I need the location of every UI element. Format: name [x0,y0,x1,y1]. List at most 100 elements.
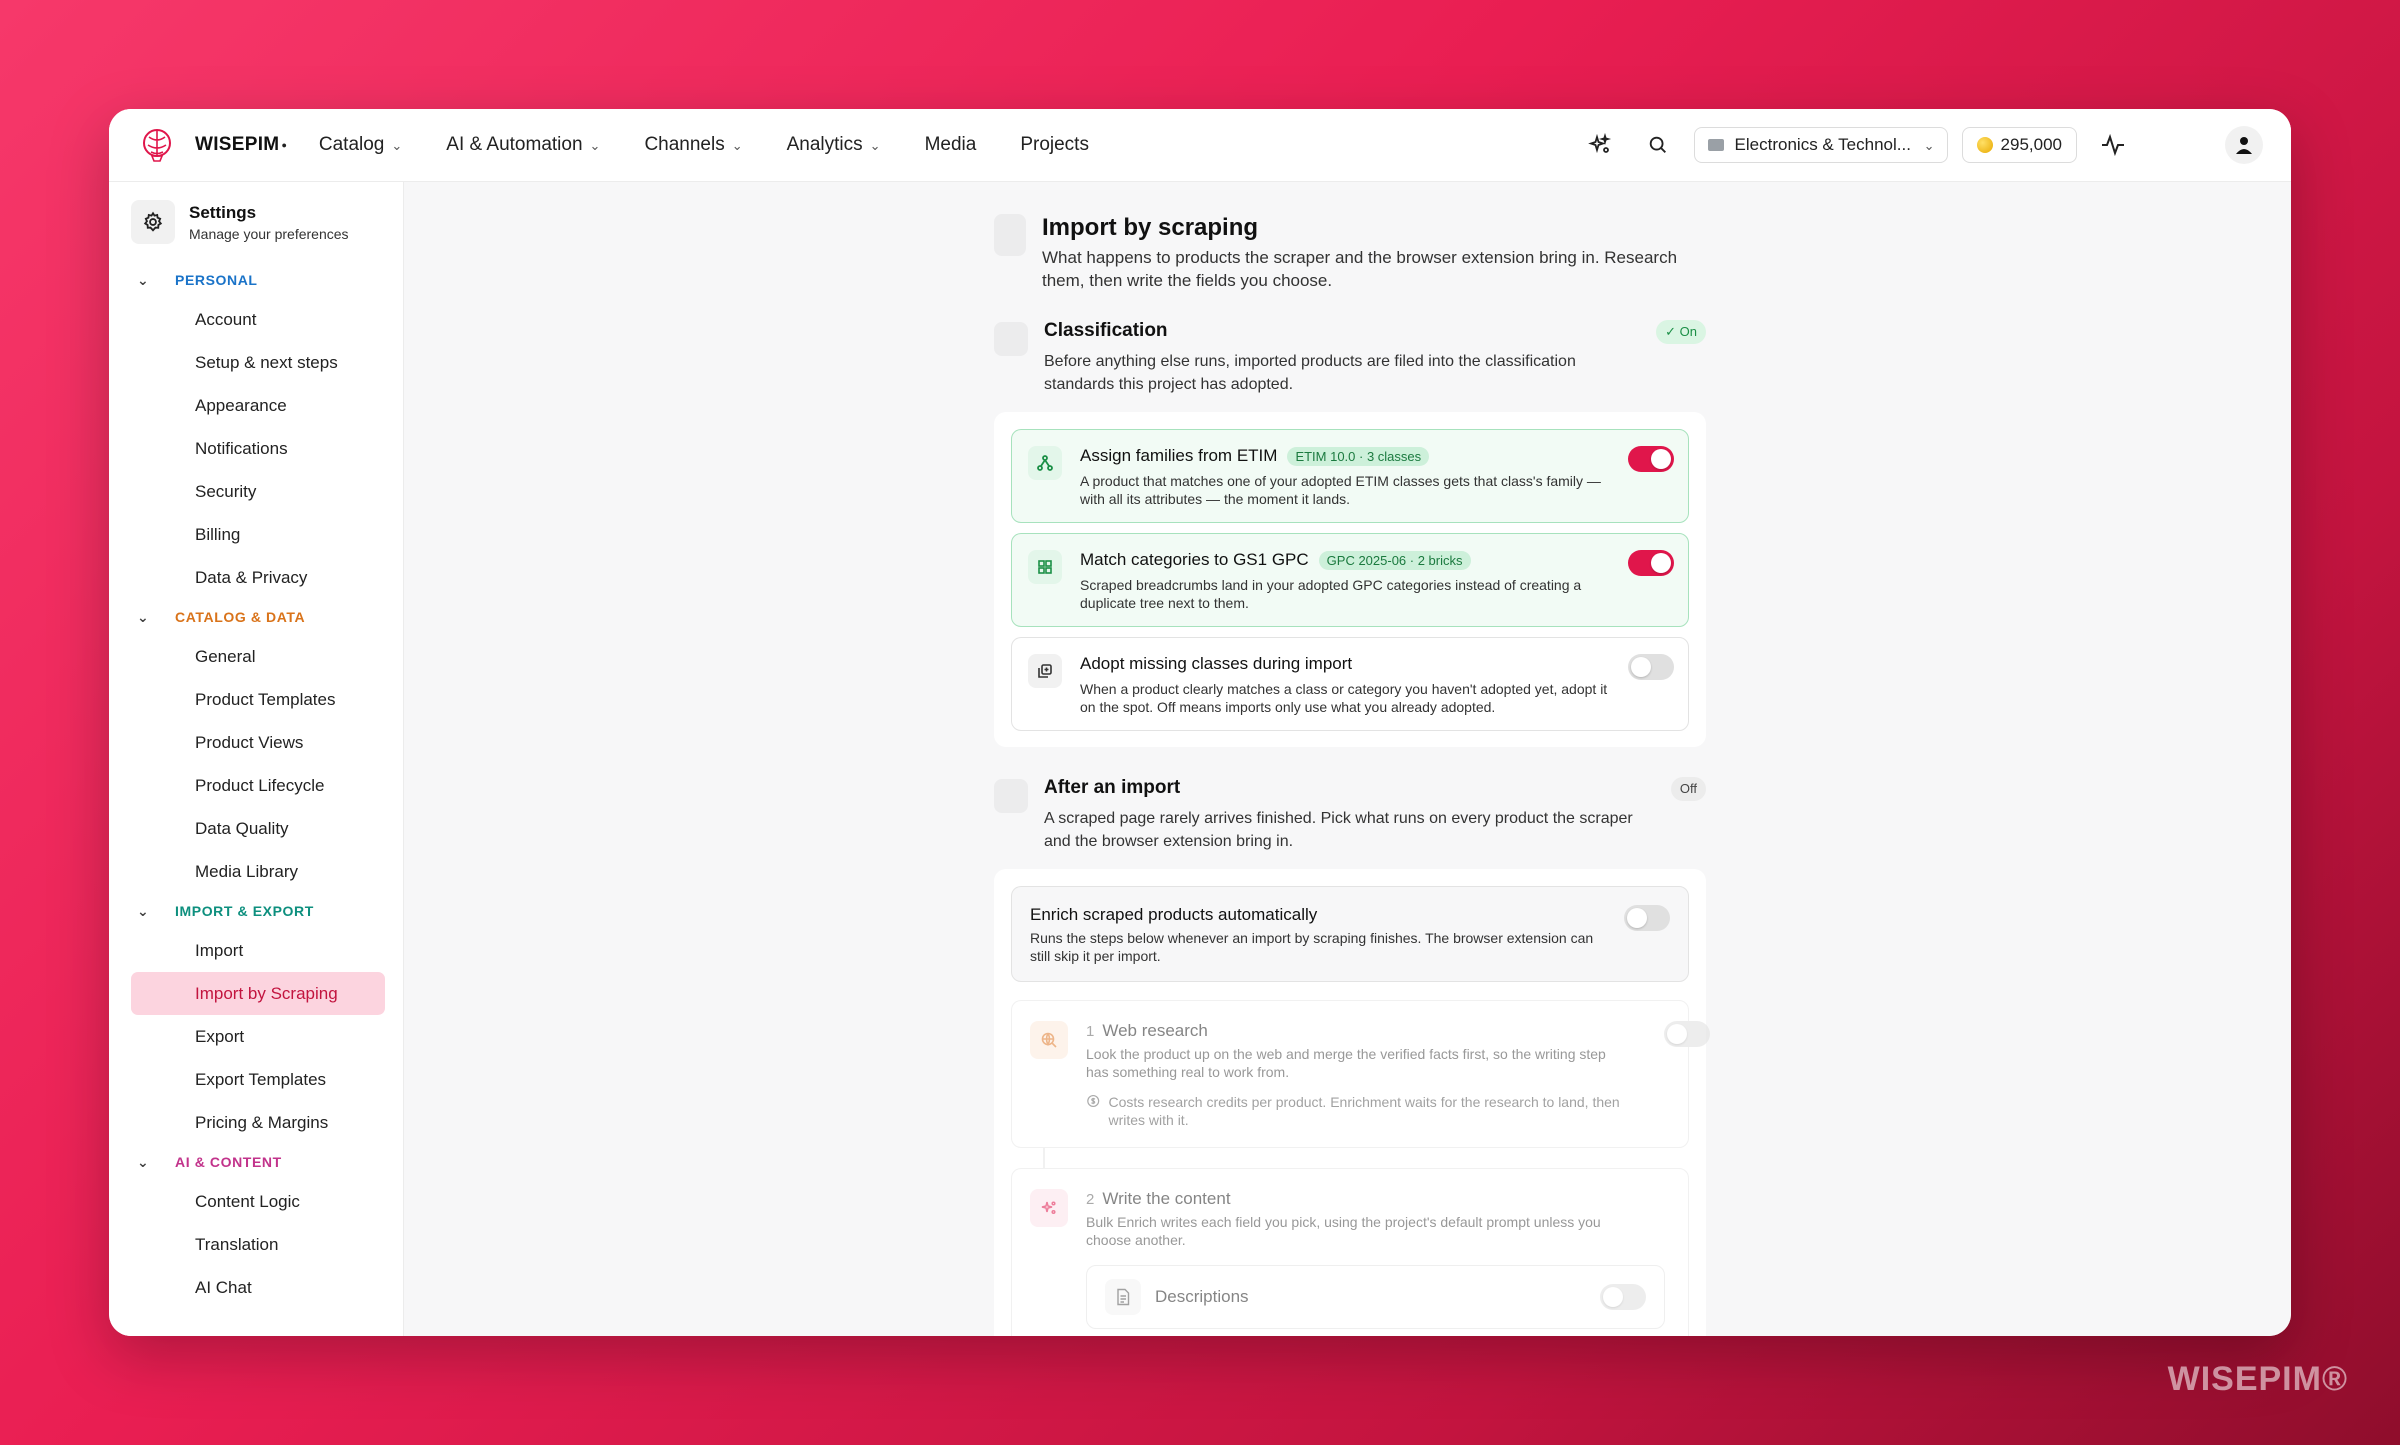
descriptions-toggle[interactable] [1600,1284,1646,1310]
copy-plus-icon [1028,654,1062,688]
sidebar-item-product-templates[interactable]: Product Templates [131,678,385,721]
sidebar-item-appearance[interactable]: Appearance [131,384,385,427]
section-title: Classification [1044,320,1168,341]
nav-media[interactable]: Media [925,134,977,156]
body-area: Settings Manage your preferences ⌄ PERSON… [109,182,2291,1336]
option-tag: ETIM 10.0 · 3 classes [1287,446,1430,466]
field-label: Descriptions [1155,1287,1249,1306]
sidebar-item-data-quality[interactable]: Data Quality [131,807,385,850]
chevron-down-icon: ⌄ [1923,138,1935,153]
settings-subtitle: Manage your preferences [189,225,349,242]
project-selector[interactable]: Electronics & Technol... ⌄ [1693,127,1948,163]
option-etim: Assign families from ETIM ETIM 10.0 · 3 c… [1011,429,1689,523]
group-label: CATALOG & DATA [175,609,306,625]
user-icon [2236,137,2252,154]
enrich-auto-card: Enrich scraped products automatically Ru… [1011,886,1689,982]
sidebar-item-billing[interactable]: Billing [131,513,385,556]
sidebar-item-import[interactable]: Import [131,929,385,972]
main-content: Import by scraping What happens to produ… [404,182,2291,1336]
nav-label: Channels [644,134,725,155]
nav-projects[interactable]: Projects [1020,134,1089,156]
step-note-text: Costs research credits per product. Enri… [1108,1094,1620,1128]
user-avatar-button[interactable] [2225,126,2263,164]
sidebar-item-data-privacy[interactable]: Data & Privacy [131,556,385,599]
activity-button[interactable] [2091,123,2135,167]
sidebar-item-import-by-scraping[interactable]: Import by Scraping [131,972,385,1015]
settings-sidebar: Settings Manage your preferences ⌄ PERSON… [109,182,404,1336]
logo[interactable]: WISEPIM ● [137,125,287,165]
sidebar-item-general[interactable]: General [131,635,385,678]
sidebar-item-pricing-margins[interactable]: Pricing & Margins [131,1101,385,1144]
folder-icon [1707,139,1724,151]
page-header: Import by scraping What happens to produ… [994,214,1706,292]
step-web-research: 1 Web research Look the product up on the… [1011,1000,1710,1148]
dollar-circle-icon [1087,1094,1100,1108]
enrich-title: Enrich scraped products automatically [1030,905,1318,924]
step-description: Bulk Enrich writes each field you pick, … [1086,1214,1601,1248]
option-adopt-missing: Adopt missing classes during import When… [1011,637,1689,731]
top-right-controls: Electronics & Technol... ⌄ 295,000 [1578,123,2263,167]
section-description: A scraped page rarely arrives finished. … [1044,810,1633,850]
registered-mark-icon: ● [281,140,287,150]
option-description: When a product clearly matches a class o… [1080,681,1608,715]
settings-title: Settings [189,202,257,222]
step-description: Look the product up on the web and merge… [1086,1046,1606,1080]
sidebar-item-translation[interactable]: Translation [131,1223,385,1266]
page-icon [994,214,1026,256]
option-tag: GPC 2025-06 · 2 bricks [1318,550,1471,570]
sidebar-item-notifications[interactable]: Notifications [131,427,385,470]
etim-toggle[interactable] [1628,446,1674,472]
nav-label: Media [924,134,977,155]
sidebar-item-account[interactable]: Account [131,298,385,341]
page-description: What happens to products the scraper and… [1042,248,1678,290]
classification-options: Assign families from ETIM ETIM 10.0 · 3 c… [994,412,1706,747]
chevron-down-icon: ⌄ [589,138,601,153]
option-title: Match categories to GS1 GPC [1080,550,1309,569]
enrich-auto-toggle[interactable] [1624,905,1670,931]
sidebar-item-export-templates[interactable]: Export Templates [131,1058,385,1101]
group-label: AI & CONTENT [175,1154,282,1170]
group-label: PERSONAL [175,272,258,288]
project-name: Electronics & Technol... [1734,135,1911,154]
step-title: Write the content [1102,1189,1231,1208]
adopt-missing-toggle[interactable] [1628,654,1674,680]
gpc-toggle[interactable] [1628,550,1674,576]
nav-catalog[interactable]: Catalog ⌄ [319,134,402,156]
grid-icon [1028,550,1062,584]
share-nodes-icon [1028,446,1062,480]
brain-logo-icon [143,129,171,162]
nav-ai-automation[interactable]: AI & Automation ⌄ [446,134,600,156]
web-research-toggle[interactable] [1664,1021,1710,1047]
chevron-down-icon: ⌄ [137,1153,150,1170]
coin-icon [1976,137,1993,153]
group-catalog-data[interactable]: ⌄ CATALOG & DATA [131,599,385,635]
classification-icon [994,322,1028,356]
nav-channels[interactable]: Channels ⌄ [644,134,742,156]
nav-analytics[interactable]: Analytics ⌄ [787,134,881,156]
sidebar-item-security[interactable]: Security [131,470,385,513]
after-import-header: After an import A scraped page rarely ar… [994,777,1706,853]
group-personal[interactable]: ⌄ PERSONAL [131,262,385,298]
search-button[interactable] [1636,123,1680,167]
sidebar-item-product-views[interactable]: Product Views [131,721,385,764]
steps-disabled-area: 1 Web research Look the product up on the… [1011,1000,1710,1336]
credits-badge[interactable]: 295,000 [1961,127,2077,163]
group-ai-content[interactable]: ⌄ AI & CONTENT [131,1144,385,1180]
sidebar-item-product-lifecycle[interactable]: Product Lifecycle [131,764,385,807]
sidebar-item-content-logic[interactable]: Content Logic [131,1180,385,1223]
status-badge: Off [1670,777,1706,801]
after-import-icon [994,779,1028,813]
section-description: Before anything else runs, imported prod… [1044,353,1576,393]
sidebar-item-setup[interactable]: Setup & next steps [131,341,385,384]
sidebar-item-media-library[interactable]: Media Library [131,850,385,893]
globe-search-icon [1030,1021,1068,1059]
gear-icon [131,200,175,244]
sparkle-icon [1587,133,1611,154]
ai-sparkle-button[interactable] [1578,123,1622,167]
step-title: Web research [1102,1021,1208,1040]
sidebar-item-ai-chat[interactable]: AI Chat [131,1266,385,1309]
group-import-export[interactable]: ⌄ IMPORT & EXPORT [131,893,385,929]
chevron-down-icon: ⌄ [391,138,403,153]
sidebar-item-export[interactable]: Export [131,1015,385,1058]
step-number: 2 [1086,1191,1095,1208]
